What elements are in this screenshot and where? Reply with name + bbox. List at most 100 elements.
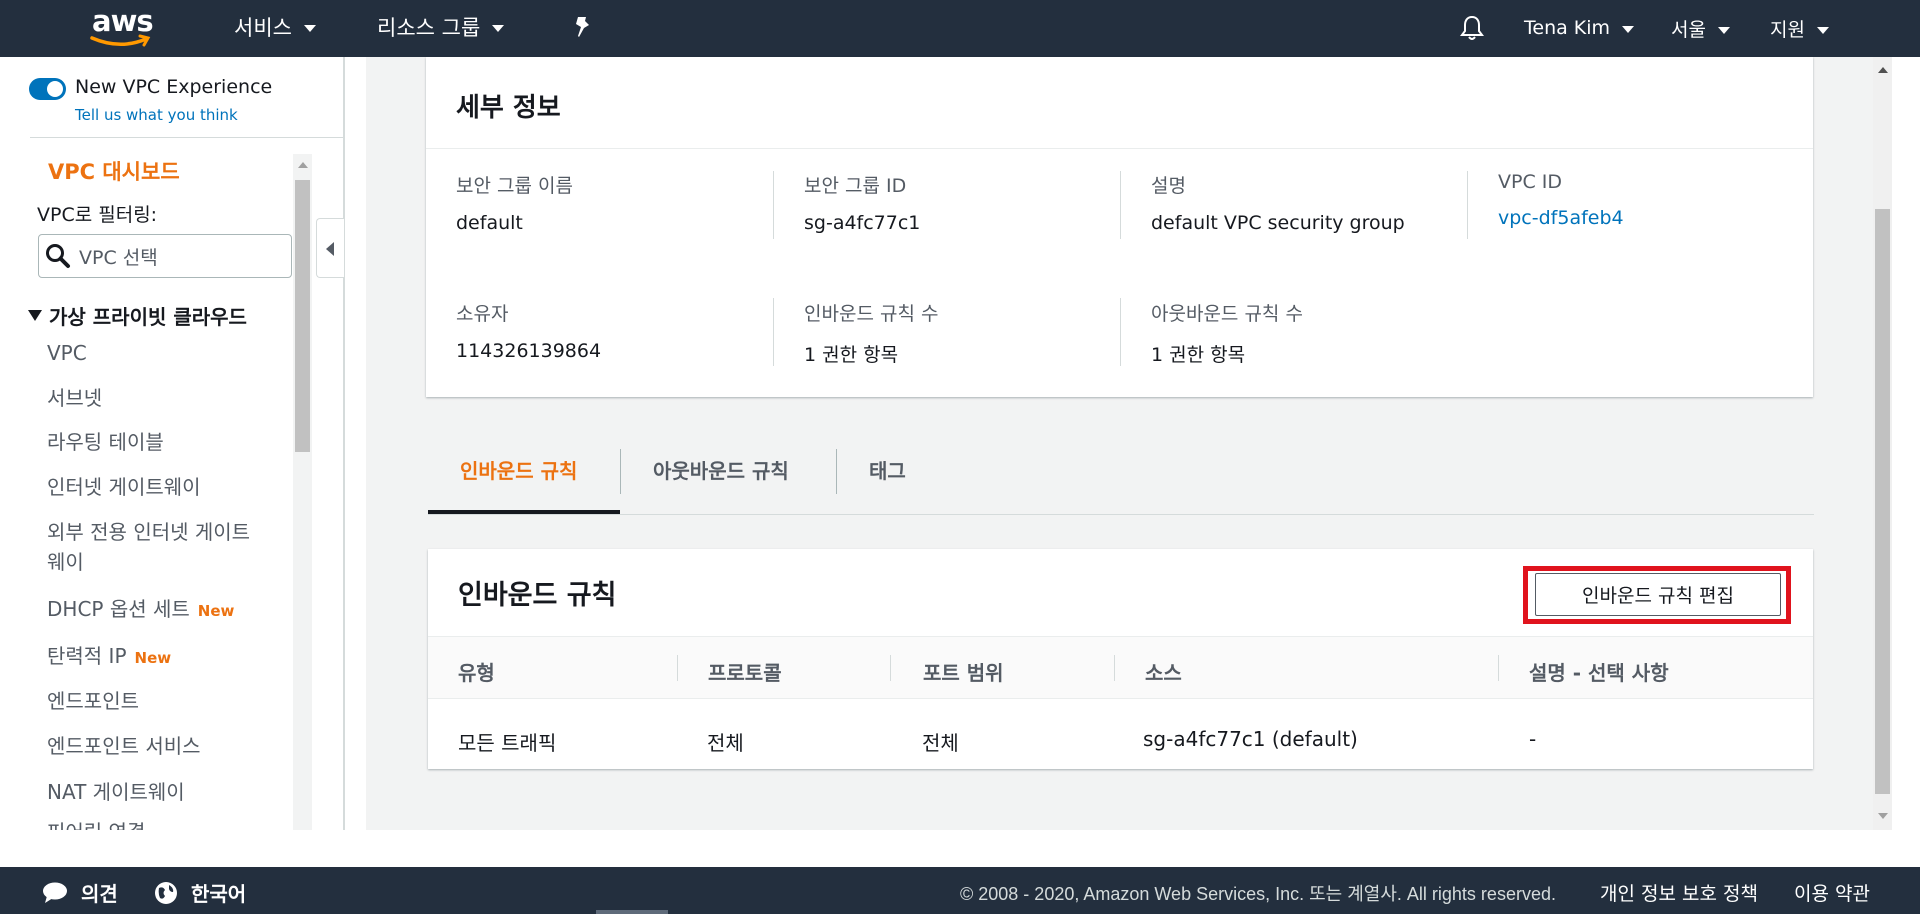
field-label: 보안 그룹 ID bbox=[804, 175, 907, 197]
field-security-group-name: 보안 그룹 이름 default bbox=[456, 171, 573, 234]
divider bbox=[773, 298, 774, 366]
column-header-protocol[interactable]: 프로토콜 bbox=[708, 657, 782, 686]
active-tab-indicator bbox=[428, 510, 620, 514]
sidebar-section-virtual-private-cloud[interactable]: 가상 프라이빗 클라우드 bbox=[28, 301, 247, 330]
field-value: default VPC security group bbox=[1151, 212, 1405, 234]
vpc-id-link[interactable]: vpc-df5afeb4 bbox=[1498, 207, 1624, 229]
sidebar-item-endpoint-services[interactable]: 엔드포인트 서비스 bbox=[47, 731, 201, 761]
tab-outbound-rules[interactable]: 아웃바운드 규칙 bbox=[653, 455, 789, 484]
chevron-down-icon bbox=[492, 25, 505, 32]
sidebar-item-label: DHCP 옵션 세트 bbox=[47, 597, 190, 621]
sidebar-item-egress-only-igw[interactable]: 외부 전용 인터넷 게이트 웨이 bbox=[47, 517, 250, 577]
region-label: 서울 bbox=[1671, 19, 1706, 41]
aws-logo-text: aws bbox=[92, 4, 154, 38]
chevron-down-icon bbox=[1816, 26, 1829, 34]
vpc-filter-label: VPC로 필터링: bbox=[37, 204, 158, 226]
edit-inbound-rules-button[interactable]: 인바운드 규칙 편집 bbox=[1535, 573, 1781, 616]
sidebar-section-label: 가상 프라이빗 클라우드 bbox=[49, 305, 247, 329]
sidebar-divider bbox=[30, 137, 344, 138]
region-menu[interactable]: 서울 bbox=[1671, 15, 1730, 42]
column-header-port-range[interactable]: 포트 범위 bbox=[923, 657, 1004, 686]
scroll-down-icon[interactable] bbox=[1878, 813, 1888, 819]
account-menu[interactable]: Tena Kim bbox=[1524, 17, 1635, 39]
sidebar-item-label: 탄력적 IP bbox=[47, 644, 127, 668]
collapse-sidebar-button[interactable] bbox=[316, 218, 344, 278]
field-label: 보안 그룹 이름 bbox=[456, 175, 573, 197]
divider bbox=[1467, 171, 1468, 239]
resource-groups-label: 리소스 그룹 bbox=[377, 16, 481, 40]
field-label: 아웃바운드 규칙 수 bbox=[1151, 303, 1303, 325]
sidebar-item-peering-connections[interactable]: 피어링 연결 bbox=[47, 817, 145, 830]
field-value: default bbox=[456, 212, 523, 234]
column-divider bbox=[677, 655, 678, 681]
column-divider bbox=[1498, 655, 1499, 681]
tab-inbound-rules[interactable]: 인바운드 규칙 bbox=[460, 455, 577, 484]
top-navigation-bar: aws 서비스 리소스 그룹 Tena Kim 서울 지원 bbox=[0, 0, 1920, 57]
feedback-link[interactable]: Tell us what you think bbox=[75, 106, 238, 124]
sidebar-item-endpoints[interactable]: 엔드포인트 bbox=[47, 686, 139, 716]
column-divider bbox=[890, 655, 891, 681]
terms-link[interactable]: 이용 약관 bbox=[1794, 879, 1870, 906]
feedback-button[interactable]: 의견 bbox=[41, 878, 118, 907]
inbound-rules-title: 인바운드 규칙 bbox=[458, 580, 617, 611]
feedback-label: 의견 bbox=[81, 882, 118, 906]
field-value: 1 권한 항목 bbox=[1151, 344, 1246, 366]
cell-type: 모든 트래픽 bbox=[458, 731, 557, 755]
cell-source: sg-a4fc77c1 (default) bbox=[1143, 727, 1358, 751]
divider bbox=[773, 171, 774, 239]
divider bbox=[1120, 171, 1121, 239]
bell-icon[interactable] bbox=[1459, 14, 1485, 42]
sidebar-clip: 피어링 연결 bbox=[0, 812, 292, 830]
sidebar-item-route-tables[interactable]: 라우팅 테이블 bbox=[47, 427, 164, 457]
chevron-down-icon bbox=[1717, 26, 1730, 34]
details-panel: 세부 정보 보안 그룹 이름 default 보안 그룹 ID sg-a4fc7… bbox=[426, 57, 1813, 397]
sidebar-scroll-thumb[interactable] bbox=[295, 180, 310, 452]
chevron-down-icon bbox=[303, 25, 316, 32]
field-description: 설명 default VPC security group bbox=[1151, 171, 1405, 234]
aws-logo[interactable]: aws bbox=[90, 4, 156, 50]
column-header-description[interactable]: 설명 - 선택 사항 bbox=[1529, 657, 1669, 686]
new-vpc-experience-toggle[interactable] bbox=[29, 78, 66, 100]
support-menu[interactable]: 지원 bbox=[1770, 15, 1829, 42]
field-label: 인바운드 규칙 수 bbox=[804, 303, 939, 325]
privacy-policy-link[interactable]: 개인 정보 보호 정책 bbox=[1600, 879, 1758, 906]
pin-icon[interactable] bbox=[573, 15, 593, 39]
scroll-up-icon[interactable] bbox=[298, 162, 308, 168]
sidebar-item-dhcp-options[interactable]: DHCP 옵션 세트 New bbox=[47, 594, 234, 626]
sidebar-item-label: 웨이 bbox=[47, 550, 84, 574]
sidebar-item-subnets[interactable]: 서브넷 bbox=[47, 383, 102, 413]
column-header-source[interactable]: 소스 bbox=[1145, 657, 1182, 686]
speech-bubble-icon bbox=[43, 882, 67, 903]
tab-tags[interactable]: 태그 bbox=[869, 455, 906, 484]
field-label: VPC ID bbox=[1498, 171, 1562, 193]
main-scroll-thumb[interactable] bbox=[1875, 209, 1890, 794]
sidebar-item-nat-gateways[interactable]: NAT 게이트웨이 bbox=[47, 777, 185, 807]
scroll-up-icon[interactable] bbox=[1878, 67, 1888, 73]
details-title: 세부 정보 bbox=[456, 93, 561, 123]
field-inbound-rule-count: 인바운드 규칙 수 1 권한 항목 bbox=[804, 299, 938, 367]
main-scrollbar[interactable] bbox=[1873, 57, 1892, 830]
language-selector[interactable]: 한국어 bbox=[153, 878, 246, 907]
resource-groups-menu[interactable]: 리소스 그룹 bbox=[377, 12, 505, 42]
field-security-group-id: 보안 그룹 ID sg-a4fc77c1 bbox=[804, 171, 920, 234]
cell-description: - bbox=[1529, 727, 1537, 751]
divider bbox=[1120, 298, 1121, 366]
sidebar-item-label: 외부 전용 인터넷 게이트 bbox=[47, 520, 251, 544]
sidebar-item-vpc[interactable]: VPC bbox=[47, 338, 87, 368]
sidebar-scrollbar[interactable] bbox=[293, 154, 312, 830]
column-divider bbox=[1114, 655, 1115, 681]
column-header-type[interactable]: 유형 bbox=[458, 657, 495, 686]
sidebar-item-elastic-ips[interactable]: 탄력적 IP New bbox=[47, 641, 171, 673]
tab-divider bbox=[836, 449, 837, 494]
new-vpc-experience-label: New VPC Experience bbox=[75, 76, 273, 98]
sidebar-item-vpc-dashboard[interactable]: VPC 대시보드 bbox=[48, 156, 180, 186]
globe-icon bbox=[155, 881, 177, 904]
services-menu[interactable]: 서비스 bbox=[234, 12, 316, 42]
sidebar-item-internet-gateways[interactable]: 인터넷 게이트웨이 bbox=[47, 472, 201, 502]
tab-divider bbox=[620, 449, 621, 494]
copyright-text: © 2008 - 2020, Amazon Web Services, Inc.… bbox=[960, 884, 1556, 904]
chevron-down-icon bbox=[1622, 26, 1635, 33]
vpc-filter-select[interactable]: VPC 선택 bbox=[38, 234, 292, 278]
footer-scroll-indicator bbox=[596, 910, 668, 914]
inbound-rules-panel: 인바운드 규칙 인바운드 규칙 편집 유형 프로토콜 포트 범위 소스 설명 -… bbox=[428, 549, 1813, 769]
